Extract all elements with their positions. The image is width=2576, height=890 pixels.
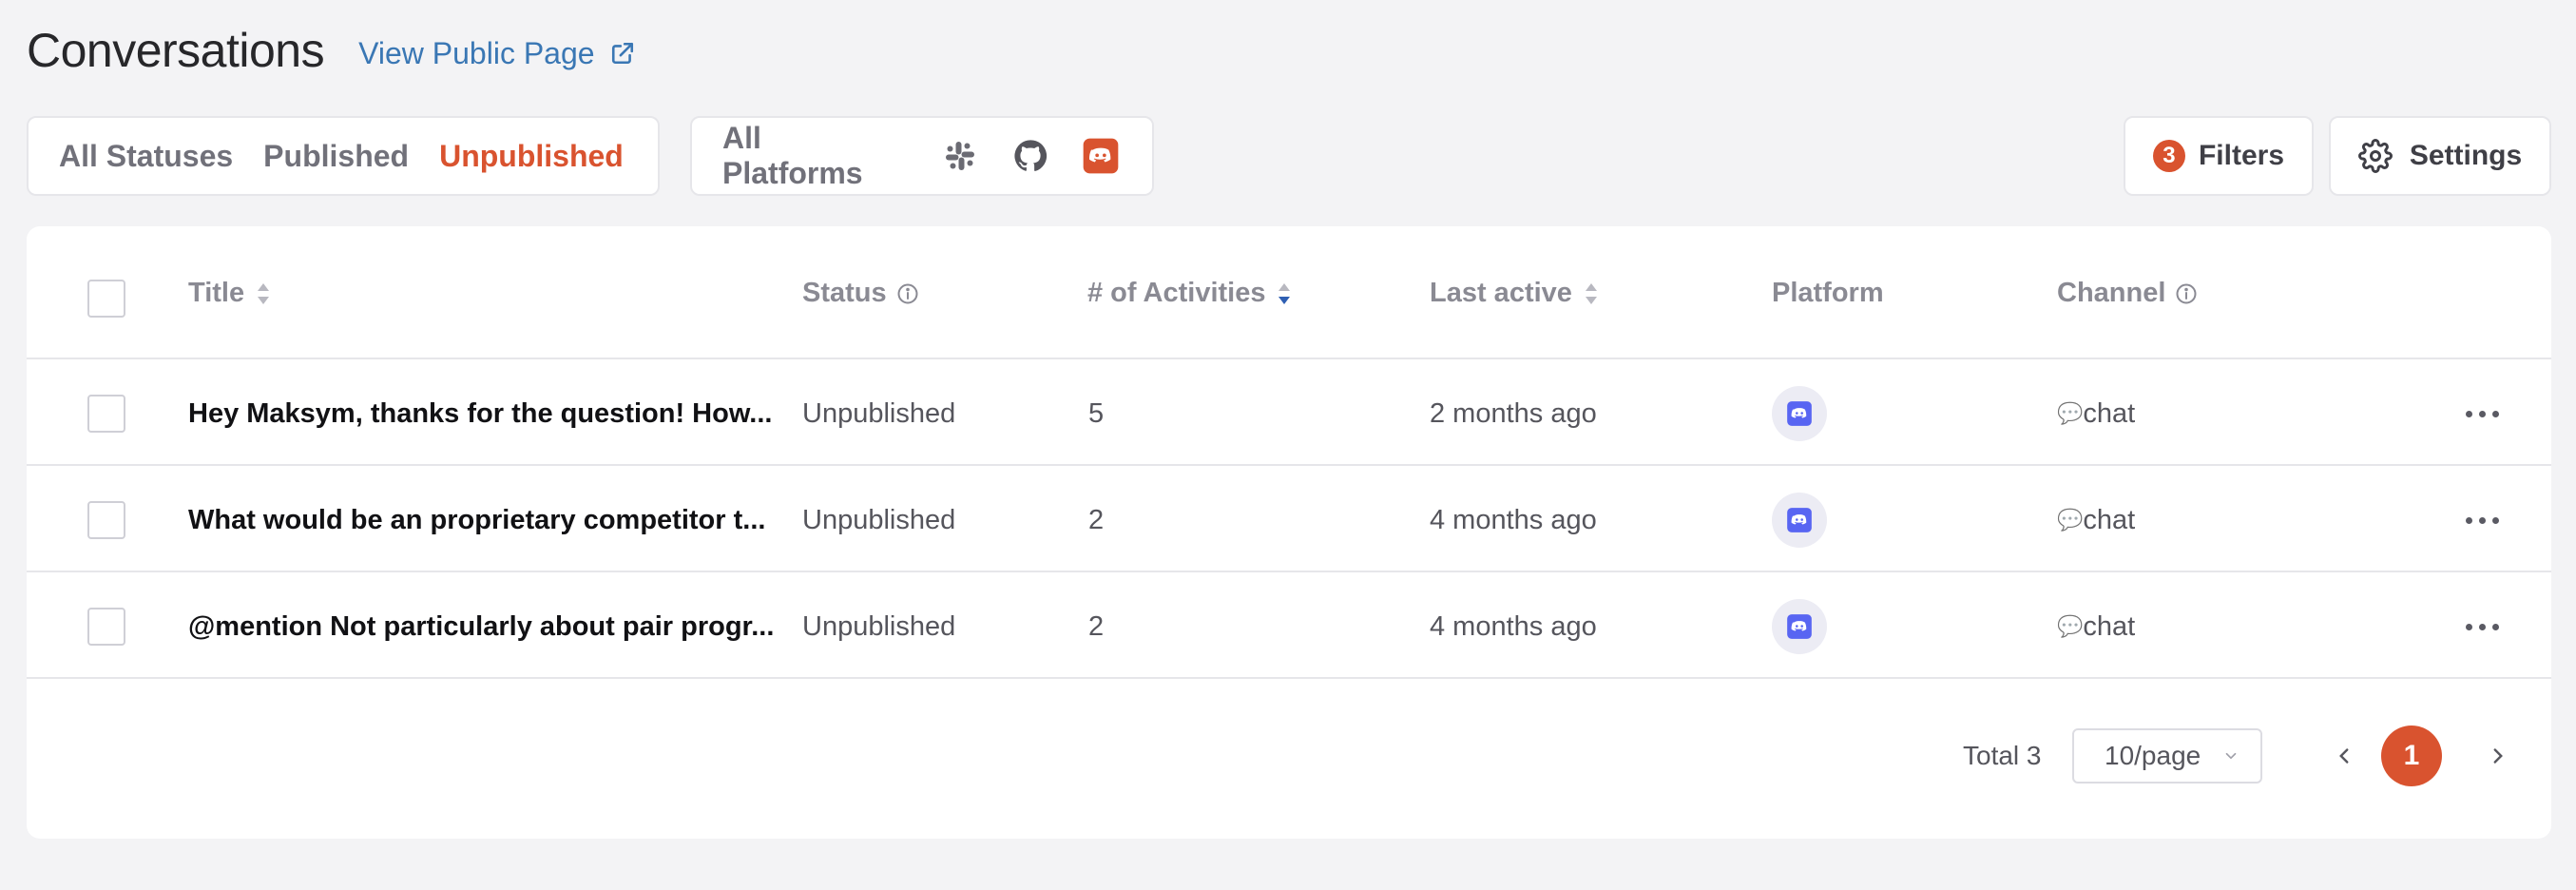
prev-page-button[interactable] <box>2327 728 2361 784</box>
view-public-page-label: View Public Page <box>358 35 595 70</box>
table-header: Title Status # of Activities Last active… <box>27 226 2551 359</box>
platform-option-all[interactable]: All Platforms <box>722 121 909 191</box>
slack-icon[interactable] <box>941 137 979 175</box>
external-link-icon <box>611 42 633 65</box>
discord-icon <box>1772 386 1827 441</box>
settings-label: Settings <box>2409 140 2523 171</box>
column-channel-label: Channel <box>2057 278 2166 308</box>
select-all-checkbox[interactable] <box>87 280 125 318</box>
speech-bubble-icon: 💬 <box>2057 401 2084 425</box>
sort-icon <box>1585 282 1597 304</box>
channel-cell: 💬 chat <box>2057 574 2135 679</box>
discord-icon <box>1772 493 1827 548</box>
more-horizontal-icon <box>2466 410 2499 417</box>
sort-icon <box>258 282 270 304</box>
column-status-label: Status <box>802 278 887 308</box>
channel-cell: 💬 chat <box>2057 468 2135 572</box>
column-platform-label: Platform <box>1772 278 1884 308</box>
channel-cell: 💬 chat <box>2057 361 2135 466</box>
platform-cell <box>1772 468 1827 572</box>
conversation-title[interactable]: Hey Maksym, thanks for the question! How… <box>188 361 772 466</box>
last-active: 4 months ago <box>1430 504 1597 535</box>
row-actions-button[interactable] <box>2466 574 2499 679</box>
page-header: Conversations View Public Page <box>27 23 635 78</box>
activities-count: 2 <box>1088 610 1105 642</box>
last-active: 4 months ago <box>1430 610 1597 642</box>
platform-filter: All Platforms <box>690 116 1154 196</box>
platform-cell <box>1772 361 1827 466</box>
conversation-status: Unpublished <box>802 610 956 642</box>
platform-cell <box>1772 574 1827 679</box>
view-public-page-link[interactable]: View Public Page <box>358 36 634 71</box>
settings-button[interactable]: Settings <box>2329 116 2551 196</box>
activities-count: 5 <box>1088 397 1105 429</box>
table-row[interactable]: Hey Maksym, thanks for the question! How… <box>27 361 2551 466</box>
speech-bubble-icon: 💬 <box>2057 508 2084 532</box>
discord-icon <box>1772 599 1827 654</box>
chevron-left-icon <box>2339 748 2349 764</box>
row-actions-button[interactable] <box>2466 468 2499 572</box>
status-filter: All Statuses Published Unpublished <box>27 116 660 196</box>
speech-bubble-icon: 💬 <box>2057 614 2084 638</box>
discord-icon[interactable] <box>1082 137 1120 175</box>
filters-label: Filters <box>2198 140 2285 171</box>
column-title[interactable]: Title <box>188 278 271 309</box>
more-horizontal-icon <box>2466 623 2499 630</box>
conversation-status: Unpublished <box>802 397 956 429</box>
chevron-right-icon <box>2493 748 2503 764</box>
table-row[interactable]: What would be an proprietary competitor … <box>27 468 2551 572</box>
column-activities-label: # of Activities <box>1087 278 1266 308</box>
channel-name: chat <box>2083 610 2136 642</box>
row-checkbox[interactable] <box>87 608 125 646</box>
column-last-active[interactable]: Last active <box>1430 278 1599 309</box>
sort-desc-icon <box>1278 282 1291 304</box>
activities-count: 2 <box>1088 504 1105 535</box>
channel-name: chat <box>2083 504 2136 535</box>
github-icon[interactable] <box>1011 137 1049 175</box>
row-actions-button[interactable] <box>2466 361 2499 466</box>
channel-name: chat <box>2083 397 2136 429</box>
status-option-all[interactable]: All Statuses <box>59 139 233 174</box>
conversations-table: Title Status # of Activities Last active… <box>27 226 2551 839</box>
conversation-title[interactable]: What would be an proprietary competitor … <box>188 468 765 572</box>
column-status: Status <box>802 278 919 309</box>
column-last-active-label: Last active <box>1430 278 1572 308</box>
filters-button[interactable]: 3 Filters <box>2124 116 2314 196</box>
page-size-select[interactable]: 10/page <box>2072 728 2262 784</box>
row-checkbox[interactable] <box>87 395 125 433</box>
column-channel: Channel <box>2057 278 2198 309</box>
row-checkbox[interactable] <box>87 501 125 539</box>
column-title-label: Title <box>188 278 245 308</box>
page-title: Conversations <box>27 24 325 77</box>
conversation-title[interactable]: @mention Not particularly about pair pro… <box>188 574 774 679</box>
info-icon <box>897 283 918 303</box>
chevron-down-icon <box>2225 752 2237 760</box>
pagination-total: Total 3 <box>1963 741 2042 770</box>
table-row[interactable]: @mention Not particularly about pair pro… <box>27 574 2551 679</box>
conversation-status: Unpublished <box>802 504 956 535</box>
last-active: 2 months ago <box>1430 397 1597 429</box>
info-icon <box>2176 283 2197 303</box>
page-size-value: 10/page <box>2105 741 2201 770</box>
column-platform: Platform <box>1772 278 1884 309</box>
column-activities[interactable]: # of Activities <box>1087 278 1292 309</box>
status-option-unpublished[interactable]: Unpublished <box>439 139 624 174</box>
page-1-button[interactable]: 1 <box>2381 726 2442 786</box>
filters-count-badge: 3 <box>2152 140 2185 172</box>
gear-icon <box>2357 139 2393 173</box>
more-horizontal-icon <box>2466 516 2499 524</box>
status-option-published[interactable]: Published <box>263 139 409 174</box>
next-page-button[interactable] <box>2481 728 2515 784</box>
